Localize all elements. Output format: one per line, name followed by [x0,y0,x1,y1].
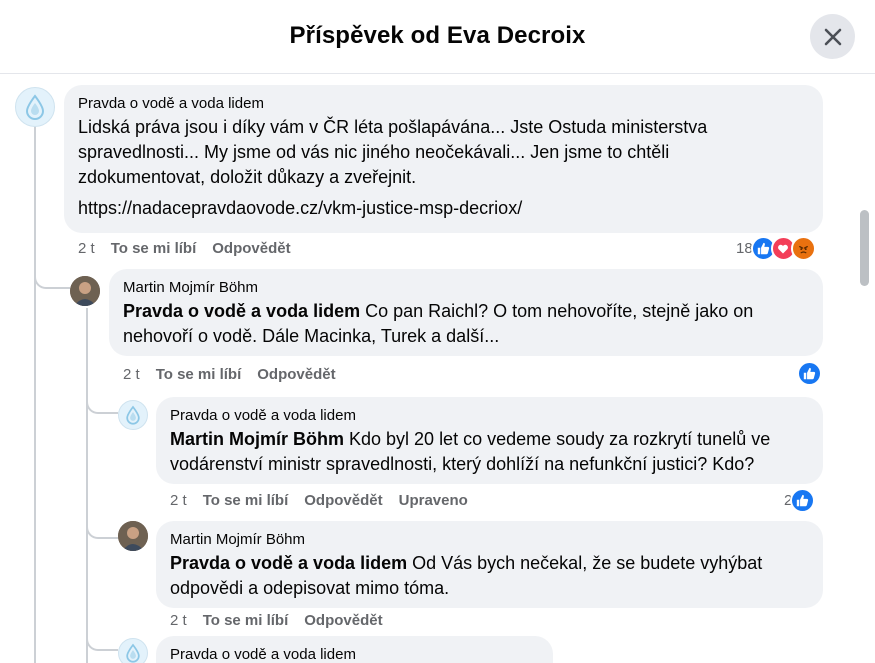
mention-link[interactable]: Pravda o vodě a voda lidem [170,553,407,573]
comment-actions: 2 t To se mi líbí Odpovědět [170,612,383,629]
thread-line-nested [86,308,88,663]
comment-bubble: Martin Mojmír Böhm Pravda o vodě a voda … [156,521,823,608]
angry-icon [790,236,816,261]
comment-text: Lidská práva jsou i díky vám v ČR léta p… [78,117,708,187]
comments-scroll-area[interactable]: Pravda o vodě a voda lidem Lidská práva … [0,75,875,663]
water-drop-icon [126,405,140,425]
thread-elbow-4 [86,635,118,651]
thread-elbow-2 [86,398,118,414]
comment-author[interactable]: Martin Mojmír Böhm [170,531,809,549]
close-icon [824,28,841,45]
dialog-header: Příspěvek od Eva Decroix [0,0,875,74]
close-button[interactable] [810,14,855,59]
comment-text: Pravda o vodě a voda lidem Co pan Raichl… [123,299,803,349]
comment-bubble: Martin Mojmír Böhm Pravda o vodě a voda … [109,269,823,356]
like-button[interactable]: To se mi líbí [156,366,242,383]
comment-bubble: Pravda o vodě a voda lidem Lidská práva … [64,85,823,233]
comment-link[interactable]: https://nadacepravdaovode.cz/vkm-justice… [78,196,809,221]
reaction-summary[interactable]: 2 [784,488,816,513]
mention-link[interactable]: Pravda o vodě a voda lidem [123,301,360,321]
water-drop-icon [25,94,45,120]
thread-elbow-3 [86,523,118,539]
comment-author[interactable]: Martin Mojmír Böhm [123,279,809,297]
reaction-summary[interactable]: 18 [736,236,816,261]
comment-text: Pravda o vodě a voda lidem Od Vás bych n… [170,551,810,601]
thread-line-main [34,123,36,663]
person-photo-icon [118,521,148,551]
avatar[interactable] [15,87,55,127]
reaction-summary[interactable] [797,361,822,386]
person-photo-icon [70,276,100,306]
water-drop-icon [126,643,140,663]
avatar[interactable] [118,400,148,430]
comment-author[interactable]: Pravda o vodě a voda lidem [78,95,809,113]
scrollbar-thumb[interactable] [860,210,869,286]
comment-actions: 2 t To se mi líbí Odpovědět [123,366,336,383]
reply-button[interactable]: Odpovědět [257,366,335,383]
comment-time[interactable]: 2 t [170,492,187,509]
like-icon [790,488,816,513]
comment-time[interactable]: 2 t [170,612,187,629]
comment-text: Martin Mojmír Böhm Kdo byl 20 let co ved… [170,427,810,477]
comment-actions: 2 t To se mi líbí Odpovědět [78,240,291,257]
comment-time[interactable]: 2 t [123,366,140,383]
like-button[interactable]: To se mi líbí [203,612,289,629]
reply-button[interactable]: Odpovědět [212,240,290,257]
reply-button[interactable]: Odpovědět [304,492,382,509]
avatar[interactable] [70,276,100,306]
comment-author[interactable]: Pravda o vodě a voda lidem [170,646,539,663]
comment-author[interactable]: Pravda o vodě a voda lidem [170,407,809,425]
comment-actions: 2 t To se mi líbí Odpovědět Upraveno [170,492,468,509]
comment-time[interactable]: 2 t [78,240,95,257]
comment-bubble: Pravda o vodě a voda lidem Martin Mojmír… [156,397,823,484]
thread-elbow-1 [34,273,70,289]
avatar[interactable] [118,638,148,663]
mention-link[interactable]: Martin Mojmír Böhm [170,429,344,449]
comment-bubble: Pravda o vodě a voda lidem [156,636,553,663]
avatar[interactable] [118,521,148,551]
dialog-title: Příspěvek od Eva Decroix [289,22,586,49]
like-icon [797,361,822,386]
like-button[interactable]: To se mi líbí [203,492,289,509]
like-button[interactable]: To se mi líbí [111,240,197,257]
reply-button[interactable]: Odpovědět [304,612,382,629]
edited-label[interactable]: Upraveno [399,492,468,509]
